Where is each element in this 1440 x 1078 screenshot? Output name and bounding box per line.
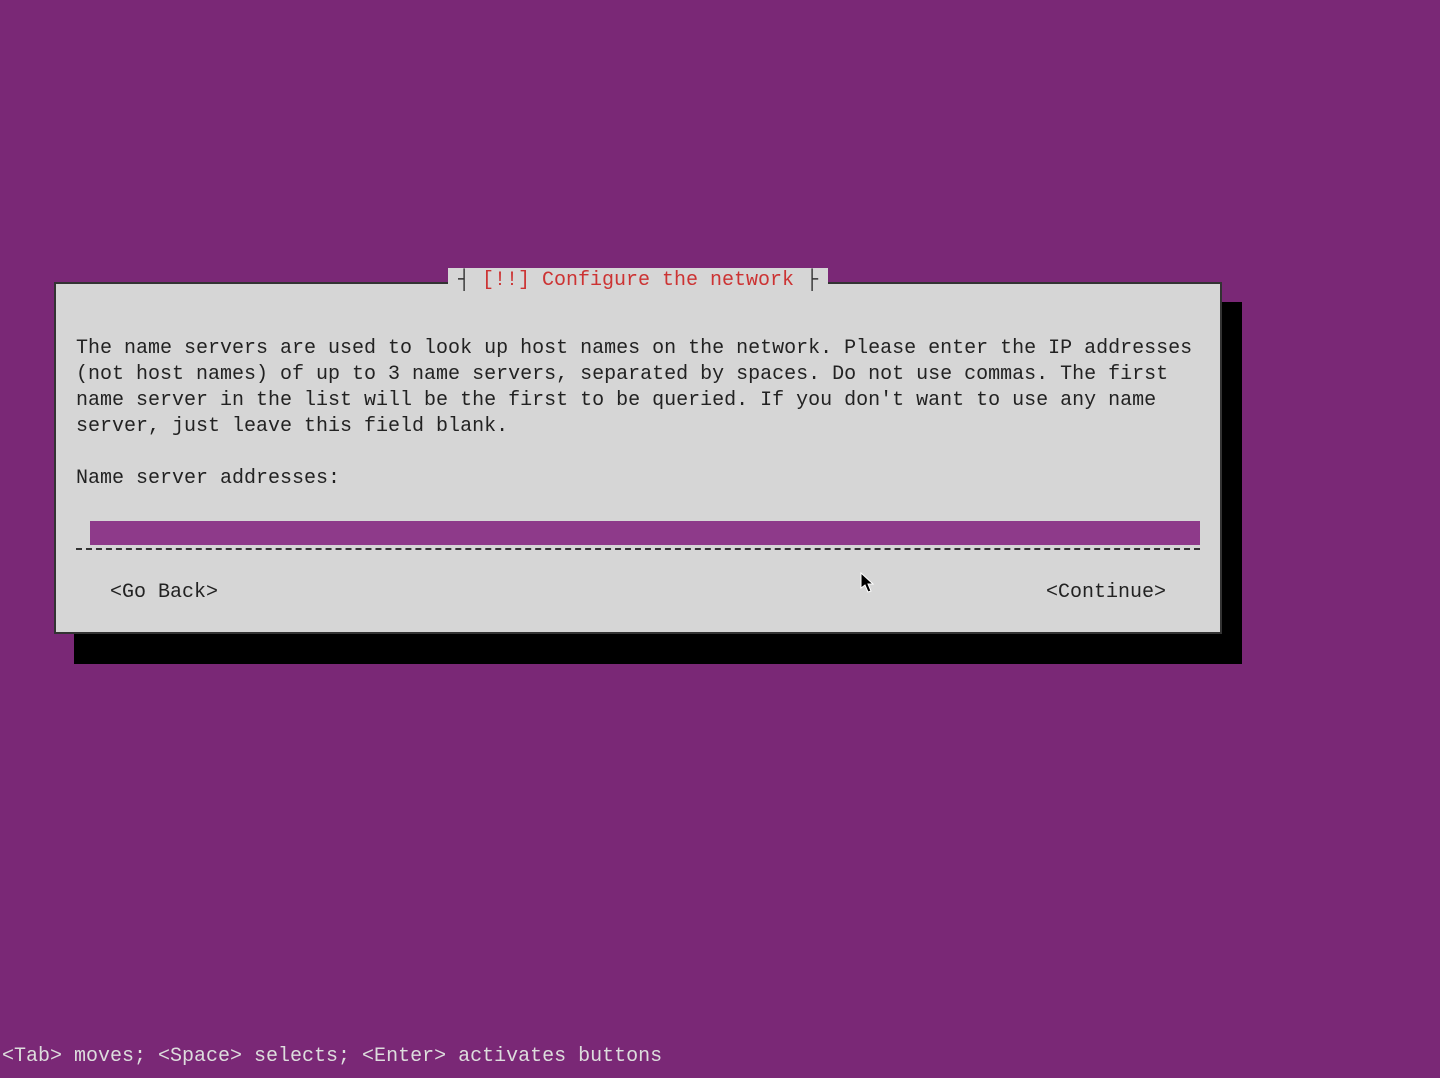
- nameserver-input[interactable]: [90, 521, 1200, 545]
- dialog-title-text: Configure the network: [542, 269, 794, 292]
- dialog-configure-network: ┤ [!!] Configure the network ├ The name …: [54, 282, 1222, 634]
- dialog-description: The name servers are used to look up hos…: [76, 336, 1200, 440]
- nameserver-input-row: [90, 520, 1200, 548]
- go-back-button[interactable]: <Go Back>: [110, 580, 218, 606]
- dialog-button-row: <Go Back> <Continue>: [76, 580, 1200, 606]
- dialog-title-prefix: [!!]: [470, 269, 542, 292]
- dialog-title: ┤ [!!] Configure the network ├: [448, 268, 828, 294]
- continue-button[interactable]: <Continue>: [1046, 580, 1166, 606]
- dialog-body: The name servers are used to look up hos…: [56, 284, 1220, 606]
- footer-hint: <Tab> moves; <Space> selects; <Enter> ac…: [2, 1045, 662, 1068]
- dialog-title-wrap: ┤ [!!] Configure the network ├: [56, 282, 1220, 284]
- input-underline: [76, 548, 1200, 550]
- nameserver-field-label: Name server addresses:: [76, 466, 1200, 492]
